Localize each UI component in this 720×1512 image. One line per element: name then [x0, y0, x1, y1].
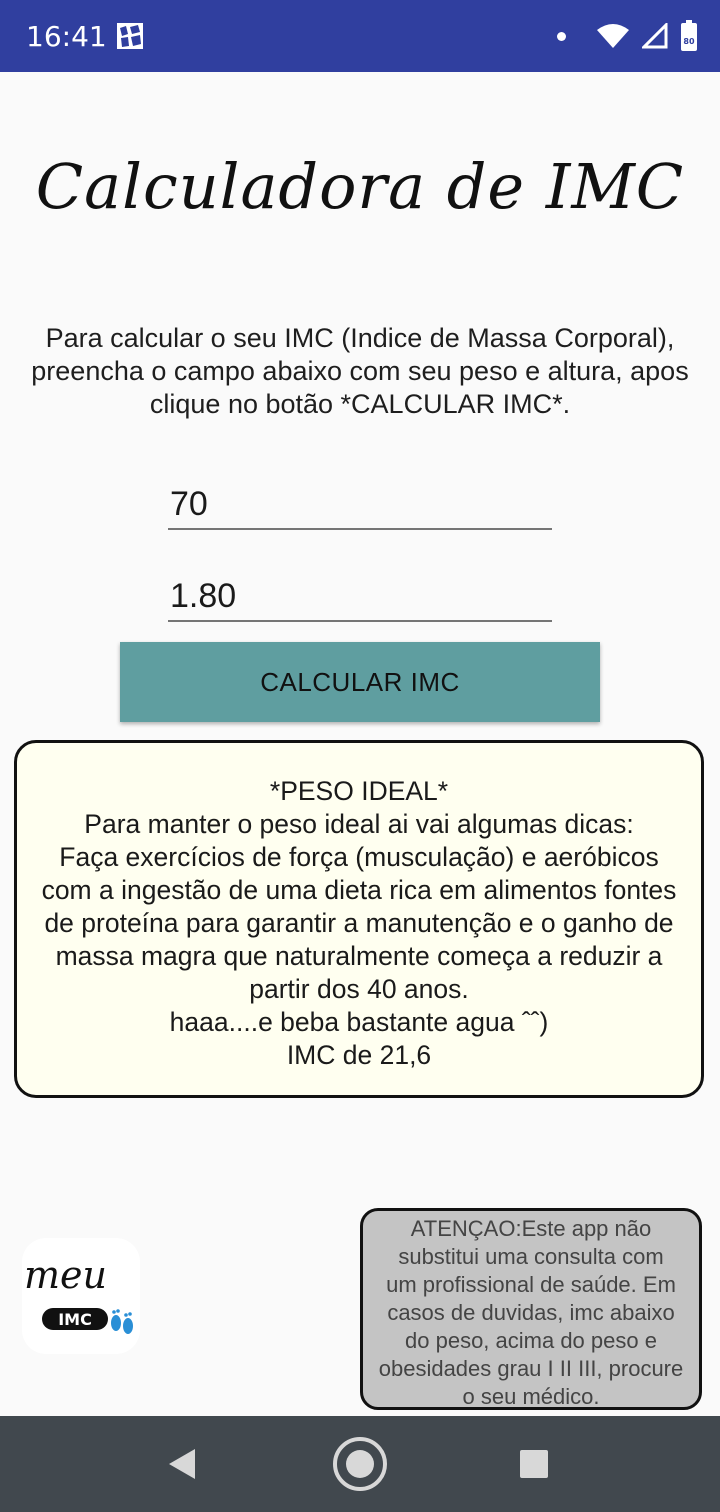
back-icon	[169, 1449, 195, 1479]
warning-line: do peso, acima do peso e	[405, 1328, 657, 1353]
status-bar: 16:41 80	[0, 0, 720, 72]
app-notification-icon	[117, 23, 143, 49]
signal-icon	[642, 23, 668, 49]
warning-box: ATENÇAO:Este app não substitui uma consu…	[360, 1208, 702, 1410]
warning-line: obesidades grau I II III, procure	[378, 1356, 684, 1381]
status-time: 16:41	[26, 20, 107, 53]
footprints-icon	[111, 1309, 133, 1334]
instructions-line: preencha o campo abaixo com seu peso e a…	[31, 356, 689, 386]
result-line: haaa....e beba bastante agua ˆˆ)	[169, 1007, 549, 1037]
warning-line: um profissional de saúde. Em	[386, 1272, 676, 1297]
warning-line: substitui uma consulta com	[398, 1244, 664, 1269]
result-line: partir dos 40 anos.	[249, 974, 469, 1004]
result-line: massa magra que naturalmente começa a re…	[55, 941, 663, 971]
warning-text: ATENÇAO:Este app não substitui uma consu…	[363, 1211, 699, 1409]
recents-icon	[520, 1450, 548, 1478]
dot-icon	[557, 31, 566, 41]
logo-text-bottom: IMC	[58, 1310, 92, 1329]
logo-image: meu IMC	[24, 1253, 133, 1334]
battery-level: 80	[683, 37, 695, 46]
recents-button[interactable]	[514, 1444, 554, 1484]
result-text: *PESO IDEAL* Para manter o peso ideal ai…	[17, 775, 701, 1072]
height-field[interactable]	[168, 572, 556, 622]
status-icons: 80	[557, 18, 698, 54]
weight-input[interactable]	[168, 480, 556, 528]
back-button[interactable]	[162, 1444, 202, 1484]
page-title: Calculadora de IMC	[35, 150, 685, 223]
logo-text-top: meu	[24, 1253, 107, 1297]
navigation-bar	[0, 1416, 720, 1512]
wifi-icon	[597, 24, 629, 48]
home-icon	[333, 1437, 387, 1491]
result-line: com a ingestão de uma dieta rica em alim…	[41, 875, 677, 905]
result-box: *PESO IDEAL* Para manter o peso ideal ai…	[14, 740, 704, 1098]
result-imc-value: IMC de 21,6	[286, 1040, 432, 1070]
result-line: *PESO IDEAL*	[269, 776, 449, 806]
warning-line: casos de duvidas, imc abaixo	[387, 1300, 675, 1325]
result-line: Para manter o peso ideal ai vai algumas …	[84, 809, 634, 839]
instructions-line: Para calcular o seu IMC (Indice de Massa…	[45, 323, 675, 353]
instructions-text: Para calcular o seu IMC (Indice de Massa…	[14, 322, 706, 421]
result-line: Faça exercícios de força (musculação) e …	[59, 842, 659, 872]
calculate-imc-button[interactable]: CALCULAR IMC	[120, 642, 600, 722]
battery-icon: 80	[681, 20, 697, 51]
home-button[interactable]	[332, 1436, 388, 1492]
instructions-line: clique no botão *CALCULAR IMC*.	[149, 389, 571, 419]
weight-field[interactable]	[168, 480, 556, 530]
height-input[interactable]	[168, 572, 556, 620]
app-logo: meu IMC	[22, 1238, 140, 1354]
result-line: de proteína para garantir a manutenção e…	[44, 908, 674, 938]
warning-line: ATENÇAO:Este app não	[410, 1216, 652, 1241]
warning-line: o seu médico.	[462, 1384, 600, 1409]
